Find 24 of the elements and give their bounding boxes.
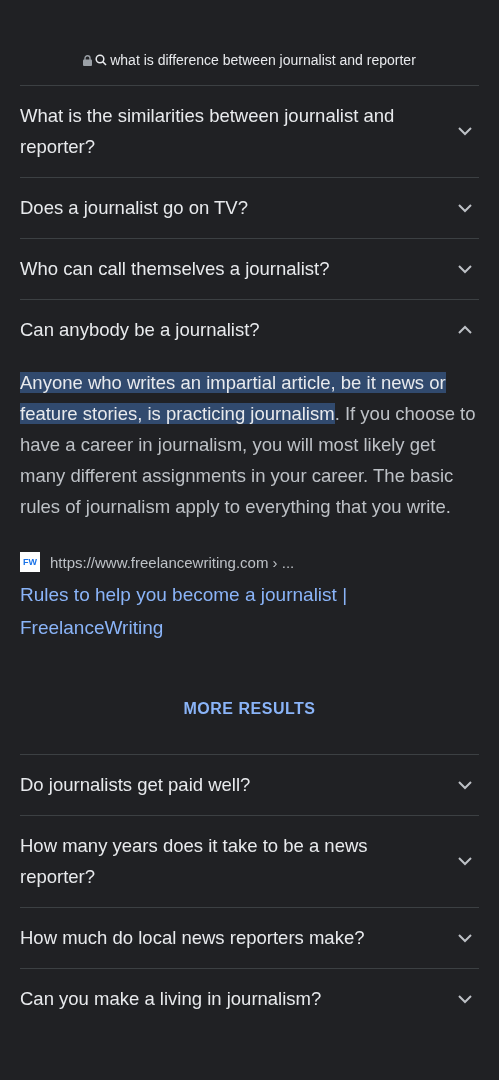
chevron-down-icon [457,263,473,274]
faq-question[interactable]: How much do local news reporters make? [20,908,479,968]
faq-question[interactable]: Can you make a living in journalism? [20,969,479,1029]
faq-question[interactable]: Who can call themselves a journalist? [20,239,479,299]
search-icon [95,54,108,66]
chevron-down-icon [457,932,473,943]
search-query: what is difference between journalist and reporter [110,52,416,68]
source-url: https://www.freelancewriting.com › ... [50,553,295,571]
answer-paragraph: Anyone who writes an impartial article, be it news or feature stories, is practicing journalism. If you choose to have a career in journalism, you will most likely get many different assignments in your career. The basic rules of journalism apply to everything that you write. [20,371,477,519]
lock-icon [83,54,93,66]
chevron-down-icon [457,779,473,790]
faq-question[interactable]: What is the similarities between journalist and reporter? [20,86,479,177]
chevron-down-icon [457,856,473,866]
more-results-button[interactable]: MORE RESULTS [169,686,330,732]
faq-question[interactable]: Can anybody be a journalist? [20,300,479,360]
faq-question[interactable]: Do journalists get paid well? [20,755,479,815]
result-link[interactable]: Rules to help you become a journalist | FreelanceWriting [20,578,479,644]
site-favicon-icon: FW [20,552,40,572]
faq-question[interactable]: Does a journalist go on TV? [20,178,479,238]
chevron-down-icon [457,126,473,136]
chevron-down-icon [457,202,473,213]
faq-question[interactable]: How many years does it take to be a news reporter? [20,816,479,907]
chevron-up-icon [457,324,473,335]
chevron-down-icon [457,993,473,1004]
